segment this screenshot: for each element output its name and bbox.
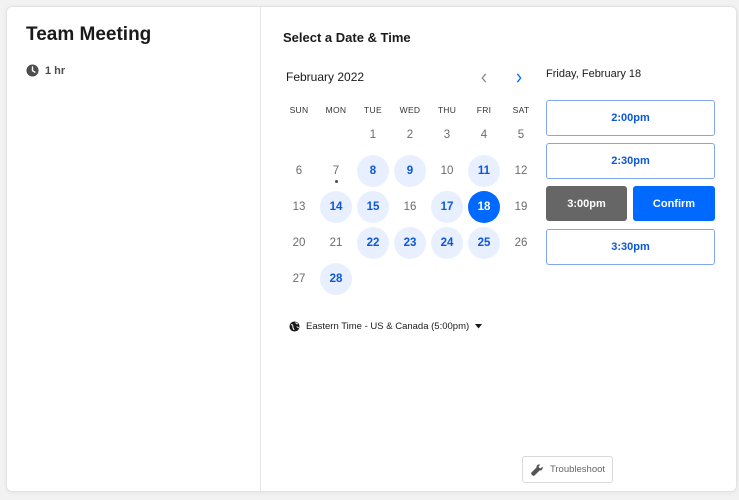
page-title: Select a Date & Time: [283, 30, 411, 45]
time-slot-button[interactable]: 3:30pm: [546, 229, 715, 265]
clock-icon: [26, 64, 39, 77]
calendar-day-6: 6: [295, 165, 303, 177]
weekday-sun: SUN: [289, 105, 309, 115]
calendar-day-3: 3: [443, 129, 451, 141]
calendar-day-16: 16: [403, 201, 417, 213]
calendar-day-28[interactable]: 28: [320, 263, 352, 295]
next-month-button[interactable]: [508, 67, 530, 89]
calendar-day-19: 19: [514, 201, 528, 213]
time-slot-selected[interactable]: 3:00pm: [546, 186, 627, 221]
calendar-day-20: 20: [292, 237, 306, 249]
calendar-day-25[interactable]: 25: [468, 227, 500, 259]
event-details-panel: Team Meeting 1 hr: [7, 7, 261, 491]
calendar-day-17[interactable]: 17: [431, 191, 463, 223]
calendar-day-27: 27: [292, 273, 306, 285]
calendar-day-26: 26: [514, 237, 528, 249]
calendar-day-1: 1: [369, 129, 377, 141]
scheduler-panel: Select a Date & Time February 2022 SUN MO…: [261, 7, 736, 491]
calendar-day-9[interactable]: 9: [394, 155, 426, 187]
weekday-tue: TUE: [364, 105, 382, 115]
time-slot-button[interactable]: 2:30pm: [546, 143, 715, 179]
time-slot-button[interactable]: 2:00pm: [546, 100, 715, 136]
booking-card: Team Meeting 1 hr Select a Date & Time F…: [6, 6, 737, 492]
troubleshoot-label: Troubleshoot: [549, 464, 606, 475]
weekday-thu: THU: [437, 105, 457, 115]
globe-icon: [289, 321, 300, 332]
troubleshoot-button[interactable]: Troubleshoot: [522, 456, 613, 483]
calendar-day-8[interactable]: 8: [357, 155, 389, 187]
weekday-sat: SAT: [512, 105, 530, 115]
today-indicator: [334, 180, 338, 183]
confirm-button[interactable]: Confirm: [633, 186, 715, 221]
calendar-day-10: 10: [440, 165, 454, 177]
month-label: February 2022: [286, 70, 365, 84]
selected-date-heading: Friday, February 18: [546, 68, 642, 80]
timezone-label: Eastern Time - US & Canada (5:00pm): [306, 321, 470, 332]
calendar-day-24[interactable]: 24: [431, 227, 463, 259]
calendar-day-13: 13: [292, 201, 306, 213]
calendar-day-5: 5: [517, 129, 525, 141]
weekday-wed: WED: [399, 105, 421, 115]
wrench-icon: [531, 463, 543, 476]
calendar-day-2: 2: [406, 129, 414, 141]
weekday-mon: MON: [325, 105, 347, 115]
previous-month-button[interactable]: [473, 67, 495, 89]
event-title: Team Meeting: [26, 24, 152, 45]
calendar-day-21: 21: [329, 237, 343, 249]
weekday-fri: FRI: [476, 105, 492, 115]
calendar-day-23[interactable]: 23: [394, 227, 426, 259]
caret-down-icon: [475, 324, 483, 329]
event-duration: 1 hr: [26, 64, 65, 77]
calendar-day-15[interactable]: 15: [357, 191, 389, 223]
duration-label: 1 hr: [45, 64, 66, 77]
timezone-selector[interactable]: Eastern Time - US & Canada (5:00pm): [289, 321, 483, 332]
calendar-day-12: 12: [514, 165, 528, 177]
calendar-day-4: 4: [480, 129, 488, 141]
calendar-day-22[interactable]: 22: [357, 227, 389, 259]
chevron-left-icon: [481, 73, 487, 83]
calendar-day-14[interactable]: 14: [320, 191, 352, 223]
chevron-right-icon: [516, 73, 522, 83]
calendar-day-18[interactable]: 18: [468, 191, 500, 223]
calendar-day-11[interactable]: 11: [468, 155, 500, 187]
